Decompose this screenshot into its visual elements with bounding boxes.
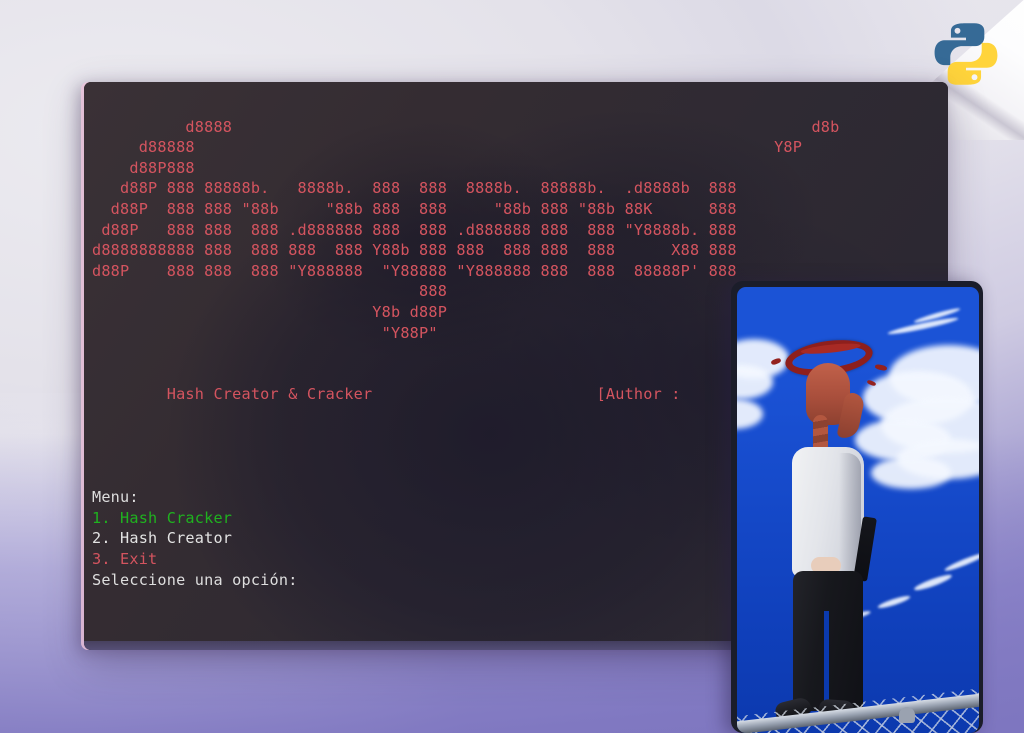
ascii-art-line: d88P 888 888 888 "Y888888 "Y88888 "Y8888…	[92, 261, 737, 280]
halo-fragment	[874, 363, 888, 372]
menu-option-number: 3.	[92, 550, 111, 569]
menu-option-number: 2.	[92, 529, 111, 548]
menu-option-label: Hash Creator	[120, 529, 233, 548]
menu-option-hash-creator[interactable]: 2. Hash Creator	[92, 529, 232, 547]
artwork-image	[737, 287, 979, 733]
menu-heading: Menu:	[92, 488, 139, 507]
menu-option-label: Exit	[120, 550, 158, 569]
halo-fragment	[866, 379, 877, 387]
halo-fragment	[770, 357, 782, 366]
menu-option-number: 1.	[92, 508, 111, 527]
ascii-art-line: d8888 d8b	[129, 117, 840, 136]
ascii-art-line: d88P 888 888 "88b "88b 888 888 "88b 888 …	[92, 199, 737, 218]
ascii-art-line: 888	[92, 282, 448, 301]
python-logo-icon	[934, 23, 998, 85]
app-title-line: Hash Creator & Cracker [Author :	[92, 385, 681, 404]
ascii-art-line: d88P888	[92, 158, 195, 177]
artwork-card[interactable]	[731, 281, 983, 733]
menu-option-hash-cracker[interactable]: 1. Hash Cracker	[92, 509, 232, 527]
ascii-art-line: d8888888888 888 888 888 888 Y88b 888 888…	[92, 241, 737, 260]
ascii-art-line: "Y88P"	[92, 323, 438, 342]
ascii-art-line: Y8b d88P	[92, 302, 448, 321]
cloud-shape	[871, 457, 951, 489]
ascii-art-line: d88888 Y8P	[92, 138, 803, 157]
character-figure	[763, 335, 888, 733]
menu-prompt[interactable]: Seleccione una opción:	[92, 571, 298, 589]
leg-separation	[824, 611, 829, 709]
cloud-wisp	[913, 572, 953, 593]
menu-option-exit[interactable]: 3. Exit	[92, 550, 157, 568]
cloud-wisp	[943, 550, 979, 574]
ascii-art-line: d88P 888 88888b. 8888b. 888 888 8888b. 8…	[92, 179, 737, 198]
fence-post-cap	[899, 707, 915, 723]
menu-option-label: Hash Cracker	[120, 508, 233, 527]
cloud-shape	[737, 399, 763, 429]
ascii-art-line: d88P 888 888 888 .d888888 888 888 .d8888…	[92, 220, 737, 239]
